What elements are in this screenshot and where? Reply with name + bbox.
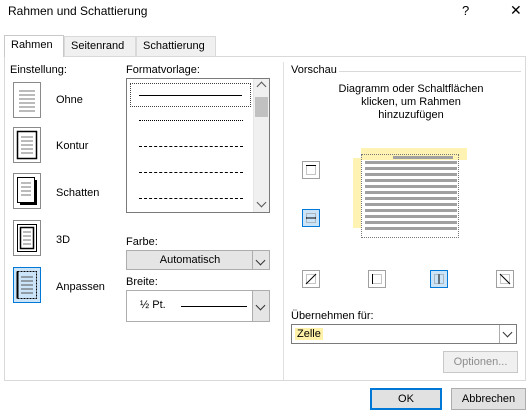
inside-horizontal-icon	[306, 213, 316, 223]
border-style-list[interactable]	[126, 78, 270, 213]
apply-to-dropdown-button[interactable]	[499, 325, 516, 343]
chevron-down-icon	[502, 327, 513, 338]
settings-heading: Einstellung:	[10, 64, 67, 76]
instruction-line-3: hinzuzufügen	[378, 109, 444, 121]
tab-seitenrand-label: Seitenrand	[71, 40, 125, 52]
dialog-title: Rahmen und Schattierung	[8, 4, 148, 18]
preview-heading-rule	[339, 71, 521, 72]
color-label: Farbe:	[126, 236, 158, 248]
border-style-solid	[139, 95, 242, 96]
help-icon[interactable]: ?	[462, 3, 469, 18]
ok-button[interactable]: OK	[370, 388, 442, 410]
setting-3d-label: 3D	[56, 234, 71, 246]
width-dropdown-button[interactable]	[252, 291, 269, 321]
close-icon[interactable]: ✕	[510, 2, 522, 19]
inside-vertical-icon	[434, 274, 444, 284]
preview-line	[365, 167, 457, 170]
preview-line	[365, 209, 457, 212]
preview-instructions: Diagramm oder Schaltflächen klicken, um …	[298, 83, 524, 122]
diagonal-down-button[interactable]	[496, 270, 514, 288]
diagonal-up-icon	[305, 273, 317, 285]
style-heading: Formatvorlage:	[126, 64, 200, 76]
apply-to-select[interactable]: Zelle	[291, 324, 517, 344]
diagonal-up-button[interactable]	[302, 270, 320, 288]
setting-shadow-button[interactable]	[13, 173, 41, 209]
preview-line	[365, 203, 457, 206]
tab-schattierung[interactable]: Schattierung	[136, 36, 216, 56]
setting-box-icon	[16, 130, 38, 160]
instruction-line-1: Diagramm oder Schaltflächen	[338, 83, 484, 95]
cancel-button[interactable]: Abbrechen	[451, 388, 526, 410]
setting-custom-button[interactable]	[13, 267, 41, 303]
preview-line	[365, 185, 457, 188]
apply-to-label: Übernehmen für:	[291, 310, 374, 322]
width-label: Breite:	[126, 276, 158, 288]
left-border-icon	[372, 274, 382, 284]
scroll-thumb[interactable]	[255, 97, 268, 117]
width-select[interactable]: ½ Pt.	[126, 290, 270, 322]
color-select[interactable]: Automatisch	[126, 250, 270, 270]
width-preview-line	[181, 306, 247, 307]
setting-3d-button[interactable]	[13, 220, 41, 256]
preview-diagram[interactable]	[353, 148, 469, 246]
apply-to-value: Zelle	[295, 328, 323, 340]
setting-shadow-label: Schatten	[56, 187, 100, 199]
preview-line	[365, 197, 457, 200]
chevron-down-icon	[255, 300, 266, 311]
instruction-line-2: klicken, um Rahmen	[361, 96, 461, 108]
border-style-scrollbar[interactable]	[253, 79, 269, 212]
tab-schattierung-label: Schattierung	[143, 40, 205, 52]
column-divider	[283, 62, 284, 380]
scroll-down-icon[interactable]	[256, 197, 267, 208]
setting-shadow-icon	[17, 177, 37, 205]
preview-line	[365, 173, 457, 176]
tab-rahmen[interactable]: Rahmen	[4, 35, 64, 57]
preview-line	[365, 227, 457, 230]
setting-none-button[interactable]	[13, 82, 41, 118]
color-dropdown-button[interactable]	[252, 251, 269, 269]
scroll-up-icon[interactable]	[256, 81, 267, 92]
border-style-long-dashed[interactable]	[139, 172, 243, 173]
inside-horizontal-button[interactable]	[302, 209, 320, 227]
setting-box-label: Kontur	[56, 140, 89, 152]
left-border-button[interactable]	[368, 270, 386, 288]
border-style-selected[interactable]	[130, 83, 251, 107]
preview-heading: Vorschau	[291, 64, 337, 76]
chevron-down-icon	[255, 255, 266, 266]
highlight-left	[353, 158, 361, 228]
top-border-icon	[306, 165, 316, 175]
setting-3d-icon	[17, 224, 37, 252]
preview-line	[365, 191, 457, 194]
preview-line	[365, 221, 457, 224]
preview-line	[365, 179, 457, 182]
preview-line	[365, 215, 457, 218]
setting-box-button[interactable]	[13, 127, 41, 163]
border-style-dash-dot[interactable]	[139, 198, 243, 199]
tab-rahmen-label: Rahmen	[11, 39, 53, 51]
diagonal-down-icon	[499, 273, 511, 285]
setting-none-label: Ohne	[56, 94, 83, 106]
setting-custom-label: Anpassen	[56, 281, 105, 293]
preview-line	[365, 161, 457, 164]
tab-seitenrand[interactable]: Seitenrand	[64, 36, 136, 56]
preview-line	[393, 156, 453, 159]
border-style-dotted[interactable]	[139, 120, 243, 121]
color-value: Automatisch	[159, 254, 221, 266]
options-button[interactable]: Optionen...	[443, 351, 518, 373]
inside-vertical-button[interactable]	[430, 270, 448, 288]
width-value: ½ Pt.	[140, 299, 166, 311]
border-style-dashed[interactable]	[139, 146, 243, 147]
setting-custom-icon	[16, 271, 37, 299]
setting-none-icon	[19, 90, 35, 112]
top-border-button[interactable]	[302, 161, 320, 179]
